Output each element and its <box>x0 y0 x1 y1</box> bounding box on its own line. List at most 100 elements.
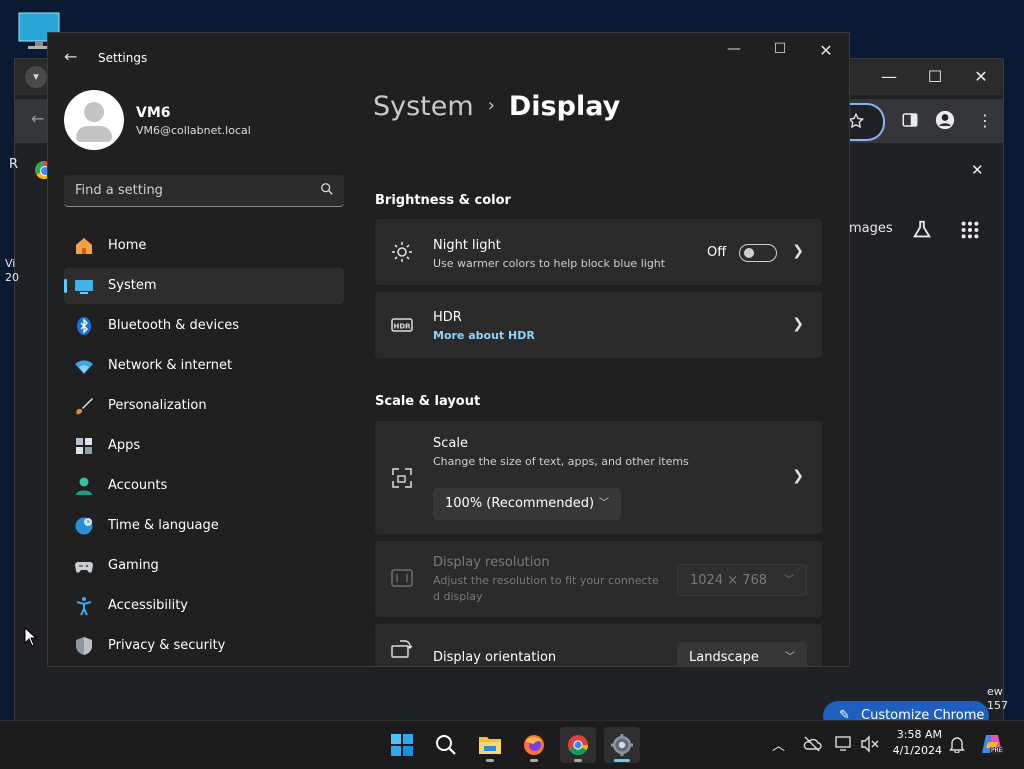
profile-icon[interactable] <box>935 110 955 130</box>
sidebar-item-label: Home <box>108 238 147 253</box>
sidebar-item-label: Apps <box>108 438 141 453</box>
sidebar-item-accessibility[interactable]: Accessibility <box>64 588 344 624</box>
sidebar-item-label: Personalization <box>108 398 207 413</box>
hdr-icon: HDR <box>391 318 413 332</box>
scale-dropdown[interactable]: 100% (Recommended) ﹀ <box>433 488 621 520</box>
apps-icon <box>76 438 92 454</box>
taskbar-settings[interactable] <box>604 727 640 763</box>
orientation-icon <box>391 640 413 658</box>
chrome-close-icon[interactable]: ✕ <box>969 67 993 87</box>
mouse-cursor-icon <box>24 627 38 647</box>
sidebar-item-label: Privacy & security <box>108 638 226 653</box>
sidebar-item-home[interactable]: Home <box>64 228 344 264</box>
chrome-images-link[interactable]: mages <box>849 221 893 236</box>
running-indicator <box>574 759 582 762</box>
volume-muted-icon[interactable] <box>860 735 880 753</box>
resolution-icon <box>391 569 413 587</box>
avatar[interactable] <box>64 90 124 150</box>
sidebar-item-bluetooth[interactable]: Bluetooth & devices <box>64 308 344 344</box>
display-resolution-row: Display resolution Adjust the resolution… <box>375 541 822 617</box>
chevron-down-icon: ﹀ <box>784 575 794 586</box>
accessibility-icon <box>76 597 92 616</box>
maximize-icon[interactable]: ☐ <box>768 41 792 61</box>
scale-row[interactable]: Scale Change the size of text, apps, and… <box>375 421 822 534</box>
taskbar-firefox[interactable] <box>516 727 552 763</box>
chrome-left-fragment-3: 20 <box>5 271 19 284</box>
section-heading-brightness: Brightness & color <box>375 193 511 208</box>
settings-window: ← Settings — ☐ ✕ VM6 VM6@collabnet.local… <box>47 32 850 667</box>
back-arrow-icon[interactable]: ← <box>64 47 77 66</box>
chevron-down-icon: ﹀ <box>599 498 609 509</box>
network-icon[interactable] <box>834 735 854 753</box>
wifi-icon <box>75 360 93 374</box>
sidebar-item-privacy[interactable]: Privacy & security <box>64 628 344 664</box>
orientation-value: Landscape <box>689 650 759 665</box>
sidebar-item-accounts[interactable]: Accounts <box>64 468 344 504</box>
brush-icon <box>76 398 93 415</box>
show-hidden-icons-chevron-icon[interactable]: ︿ <box>772 735 785 754</box>
scale-subtitle: Change the size of text, apps, and other… <box>433 455 689 468</box>
page-title: Display <box>508 91 621 122</box>
chrome-minimize-icon[interactable]: — <box>877 67 901 87</box>
sidebar-item-label: Bluetooth & devices <box>108 318 239 333</box>
search-placeholder: Find a setting <box>75 183 163 198</box>
hdr-row[interactable]: HDR HDR More about HDR ❯ <box>375 292 822 358</box>
breadcrumb: System › Display <box>373 91 620 122</box>
chrome-menu-icon[interactable]: ⋮ <box>977 111 993 130</box>
chrome-left-fragment-2: Vi <box>5 257 16 270</box>
clock-date: 4/1/2024 <box>892 744 942 757</box>
side-panel-icon[interactable] <box>901 111 919 129</box>
start-button[interactable] <box>384 727 420 763</box>
chrome-back-icon[interactable]: ← <box>31 109 44 128</box>
taskbar: ︿ PRE <box>0 720 1024 769</box>
sidebar-item-label: System <box>108 278 157 293</box>
sidebar-item-apps[interactable]: Apps <box>64 428 344 464</box>
apps-grid-icon[interactable] <box>959 219 981 241</box>
chrome-banner-close-icon[interactable]: ✕ <box>971 161 984 179</box>
night-light-state: Off <box>707 245 727 260</box>
chevron-right-icon: ❯ <box>792 468 804 484</box>
night-light-toggle[interactable] <box>739 244 777 262</box>
search-icon[interactable] <box>320 182 334 196</box>
section-heading-scale-layout: Scale & layout <box>375 394 481 409</box>
hdr-link[interactable]: More about HDR <box>433 329 535 342</box>
sidebar-item-network[interactable]: Network & internet <box>64 348 344 384</box>
gamepad-icon <box>75 562 93 573</box>
system-clock[interactable]: 3:58 AM 4/1/2024 <box>886 727 942 759</box>
user-name: VM6 <box>136 105 171 121</box>
tab-search-icon[interactable]: ▾ <box>25 66 47 88</box>
labs-flask-icon[interactable] <box>911 219 933 241</box>
minimize-icon[interactable]: — <box>722 41 746 61</box>
display-resolution-subtitle-1: Adjust the resolution to fit your connec… <box>433 574 659 587</box>
chrome-icon <box>568 735 589 756</box>
onedrive-offline-icon[interactable] <box>802 735 822 753</box>
brightness-icon <box>392 242 412 262</box>
sidebar-item-time-language[interactable]: Time & language <box>64 508 344 544</box>
sidebar-item-system[interactable]: System <box>64 268 344 304</box>
sidebar-item-gaming[interactable]: Gaming <box>64 548 344 584</box>
orientation-dropdown[interactable]: Landscape ﹀ <box>677 642 807 666</box>
taskbar-chrome[interactable] <box>560 727 596 763</box>
breadcrumb-parent[interactable]: System <box>373 91 474 122</box>
running-indicator <box>486 759 494 762</box>
sidebar-item-label: Time & language <box>108 518 219 533</box>
avatar-head <box>84 102 104 122</box>
taskbar-file-explorer[interactable] <box>472 727 508 763</box>
close-icon[interactable]: ✕ <box>814 41 838 61</box>
chrome-maximize-icon[interactable]: ☐ <box>923 67 947 87</box>
search-input[interactable]: Find a setting <box>64 175 344 207</box>
home-icon <box>76 238 92 254</box>
display-orientation-row[interactable]: Display orientation Landscape ﹀ <box>375 624 822 666</box>
sidebar-item-personalization[interactable]: Personalization <box>64 388 344 424</box>
display-resolution-title: Display resolution <box>433 555 550 570</box>
system-icon <box>75 280 93 294</box>
taskbar-search-button[interactable] <box>428 727 464 763</box>
chevron-down-icon: ﹀ <box>785 652 795 663</box>
hdr-title: HDR <box>433 310 462 325</box>
night-light-row[interactable]: Night light Use warmer colors to help bl… <box>375 219 822 285</box>
copilot-button[interactable]: PRE <box>980 732 1006 756</box>
notification-bell-icon[interactable] <box>948 735 966 753</box>
window-title: Settings <box>98 51 148 65</box>
breadcrumb-separator: › <box>487 95 495 116</box>
sidebar-item-label: Network & internet <box>108 358 233 373</box>
